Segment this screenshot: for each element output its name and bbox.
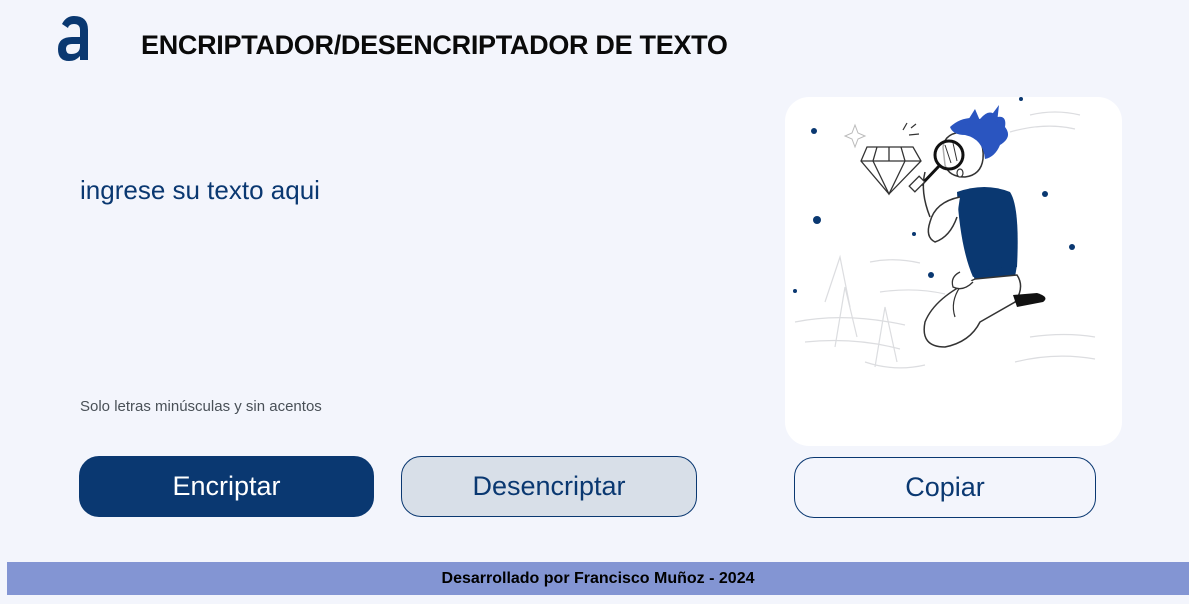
decrypt-button[interactable]: Desencriptar (401, 456, 697, 517)
encrypt-button[interactable]: Encriptar (79, 456, 374, 517)
output-panel (785, 97, 1122, 446)
person-with-magnifying-glass-illustration (793, 97, 1096, 369)
alura-logo-icon (58, 16, 88, 61)
text-input[interactable] (80, 175, 720, 375)
footer-credits: Desarrollado por Francisco Muñoz - 2024 (441, 569, 755, 587)
input-hint: Solo letras minúsculas y sin acentos (80, 398, 322, 415)
footer: Desarrollado por Francisco Muñoz - 2024 (7, 562, 1189, 595)
page-title: ENCRIPTADOR/DESENCRIPTADOR DE TEXTO (141, 30, 728, 60)
copy-button[interactable]: Copiar (794, 457, 1096, 518)
